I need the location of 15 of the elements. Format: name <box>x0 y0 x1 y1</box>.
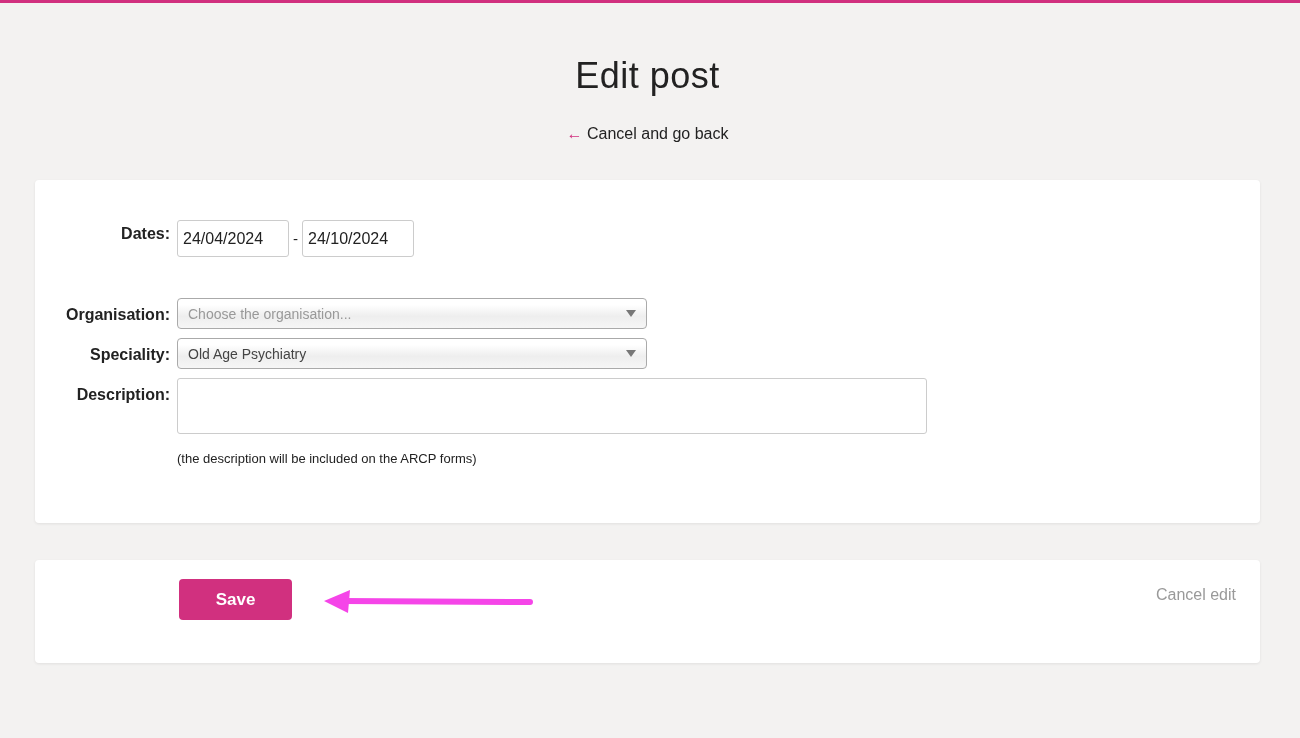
description-hint: (the description will be included on the ARCP forms) <box>177 451 477 466</box>
speciality-dropdown[interactable]: Old Age Psychiatry <box>177 338 647 369</box>
caret-icon <box>626 310 636 317</box>
field-label: Organisation: <box>65 305 170 324</box>
description-field[interactable] <box>177 378 927 434</box>
end-date-field[interactable]: 24/10/2024 <box>302 220 415 257</box>
caret-icon <box>626 350 636 357</box>
date-separator: - <box>293 230 299 247</box>
field-label: Description: <box>75 385 170 404</box>
field-label: Speciality: <box>88 345 170 364</box>
save-button[interactable]: Save <box>179 579 292 620</box>
start-date-field[interactable]: 24/04/2024 <box>177 220 289 257</box>
cancel-and-go-back-link[interactable]: ← Cancel and go back <box>566 125 729 142</box>
page-title: Edit post <box>574 54 721 98</box>
field-label: Dates: <box>120 224 170 243</box>
